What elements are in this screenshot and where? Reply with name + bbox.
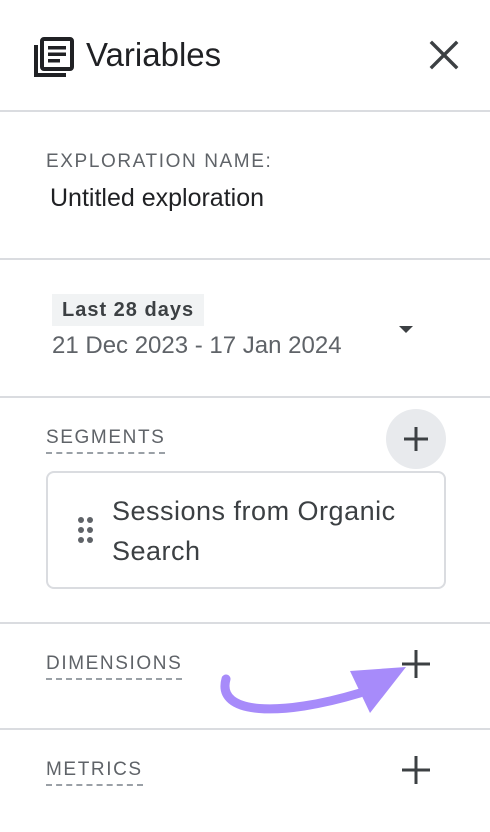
date-range-section[interactable]: Last 28 days 21 Dec 2023 - 17 Jan 2024 bbox=[0, 260, 490, 398]
dimensions-section: DIMENSIONS bbox=[0, 624, 490, 730]
plus-icon bbox=[404, 427, 428, 451]
close-icon[interactable] bbox=[422, 33, 466, 77]
document-list-icon bbox=[34, 37, 74, 77]
drag-handle-icon[interactable] bbox=[76, 515, 96, 545]
exploration-name-input[interactable]: Untitled exploration bbox=[50, 182, 264, 214]
panel-header: Variables bbox=[0, 0, 490, 112]
panel-title: Variables bbox=[86, 36, 222, 73]
metrics-section: METRICS bbox=[0, 730, 490, 832]
segment-chip[interactable]: Sessions from Organic Search bbox=[46, 471, 446, 589]
dimensions-label: DIMENSIONS bbox=[46, 652, 183, 680]
add-dimension-button[interactable] bbox=[398, 646, 434, 682]
exploration-name-label: EXPLORATION NAME: bbox=[46, 151, 273, 172]
add-segment-button[interactable] bbox=[386, 409, 446, 469]
dropdown-arrow-icon[interactable] bbox=[396, 322, 416, 336]
date-preset-chip[interactable]: Last 28 days bbox=[52, 294, 205, 326]
add-metric-button[interactable] bbox=[398, 752, 434, 788]
segment-label: Sessions from Organic Search bbox=[112, 496, 396, 566]
metrics-label: METRICS bbox=[46, 758, 143, 786]
segments-label: SEGMENTS bbox=[46, 426, 166, 454]
date-range-text[interactable]: 21 Dec 2023 - 17 Jan 2024 bbox=[52, 330, 342, 362]
segments-section: SEGMENTS Sessions from Organic Search bbox=[0, 398, 490, 624]
exploration-name-section: EXPLORATION NAME: Untitled exploration bbox=[0, 112, 490, 260]
